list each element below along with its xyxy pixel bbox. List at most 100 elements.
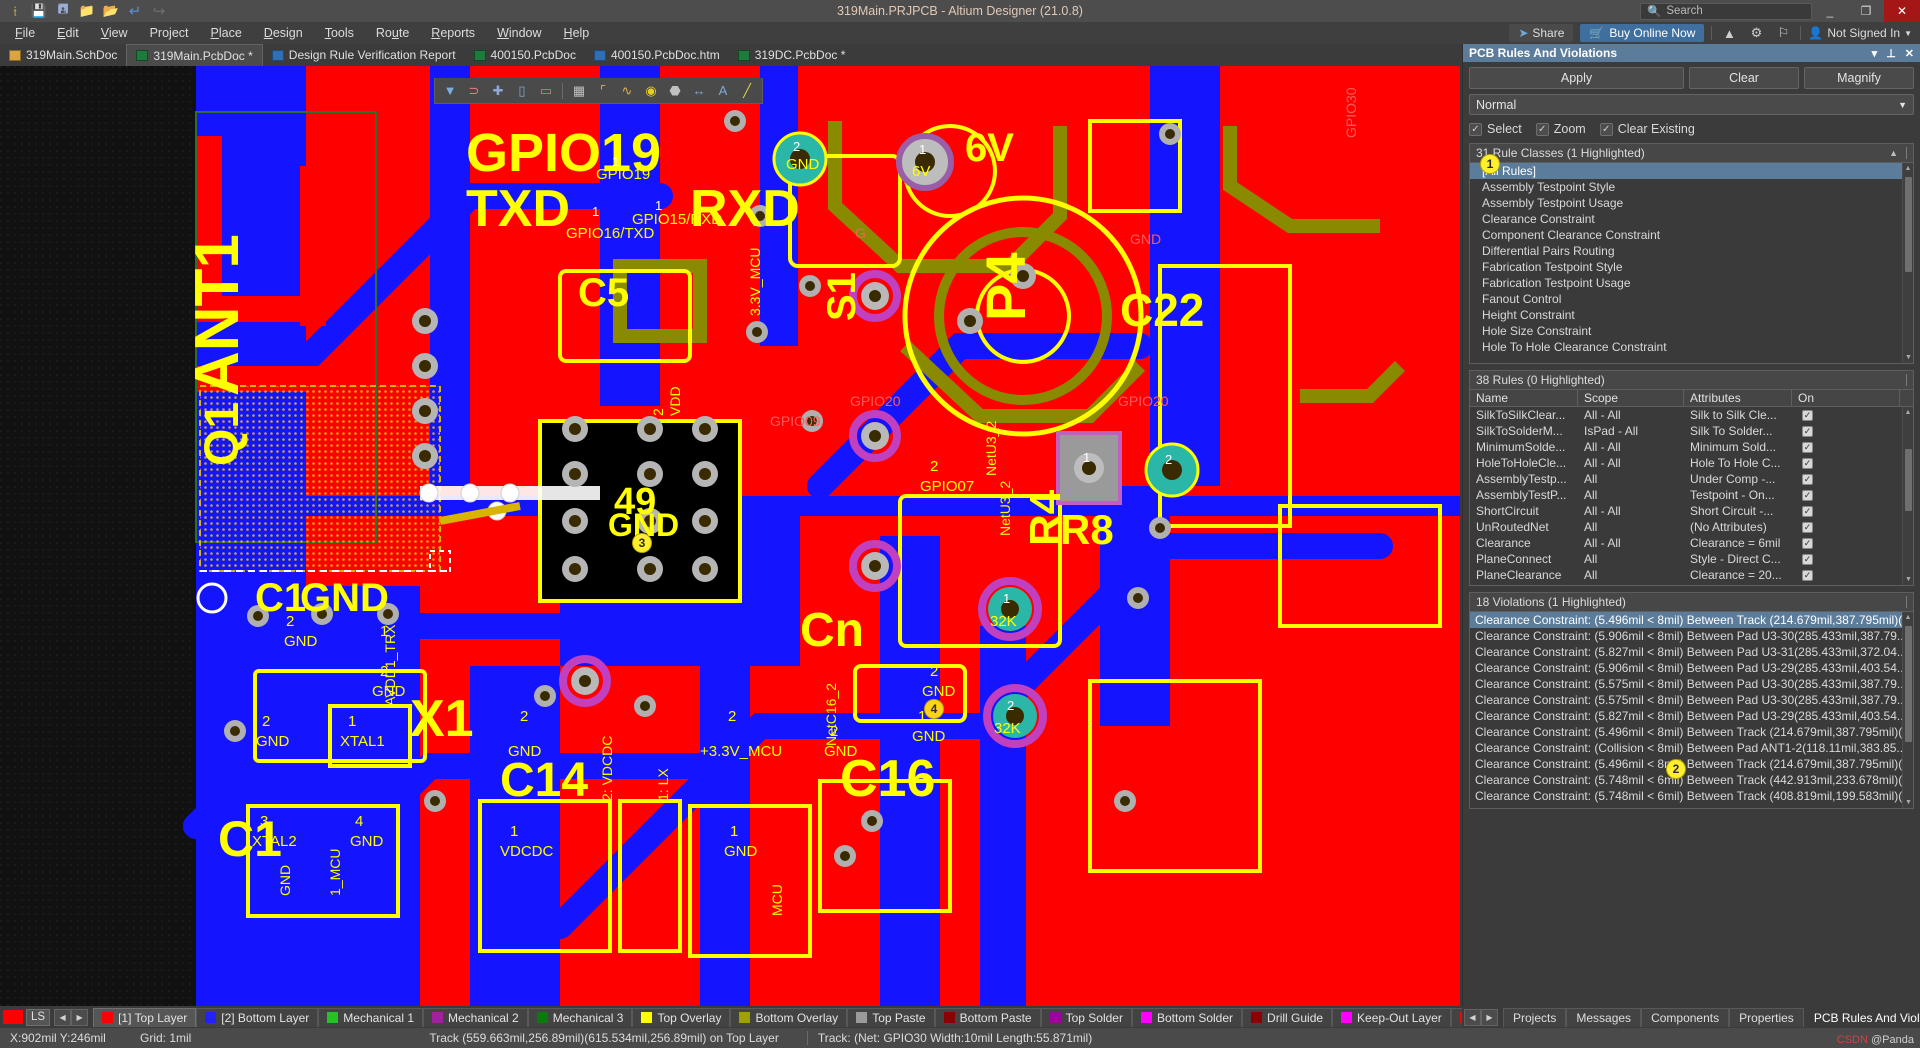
ls-label[interactable]: LS	[26, 1008, 51, 1026]
rule-class-item[interactable]: Differential Pairs Routing	[1470, 243, 1913, 259]
doc-tab-sch[interactable]: 319Main.SchDoc	[0, 44, 126, 66]
zoom-checkbox[interactable]: ✓ Zoom	[1535, 122, 1586, 136]
rule-class-item[interactable]: Component Clearance Constraint	[1470, 227, 1913, 243]
rule-class-item[interactable]: Assembly Testpoint Usage	[1470, 195, 1913, 211]
cell-on[interactable]: ✓	[1792, 455, 1900, 471]
violations-scrollbar[interactable]: ▲ ▼	[1902, 612, 1913, 808]
column-header-name[interactable]: Name	[1470, 390, 1578, 406]
save-all-icon[interactable]: 🖪	[54, 1, 72, 20]
clear-button[interactable]: Clear	[1689, 67, 1799, 89]
menu-edit[interactable]: Edit	[46, 24, 90, 42]
rules-table-body[interactable]: SilkToSilkClear... All - All Silk to Sil…	[1470, 407, 1913, 585]
checkbox-box[interactable]: ✓	[1802, 409, 1813, 421]
checkbox-box[interactable]: ✓	[1802, 553, 1813, 565]
panel-next-button[interactable]: ▶	[1481, 1008, 1498, 1026]
checkbox-box[interactable]: ✓	[1802, 425, 1813, 437]
layer-tab-mechanical-1[interactable]: Mechanical 1	[318, 1007, 424, 1027]
layer-tab-keep-out-layer[interactable]: Keep-Out Layer	[1332, 1007, 1451, 1027]
column-header-scope[interactable]: Scope	[1578, 390, 1684, 406]
menu-help[interactable]: Help	[553, 24, 601, 42]
panel-pin-icon[interactable]: ⊥	[1886, 47, 1896, 60]
scroll-down-icon[interactable]: ▼	[1903, 352, 1913, 363]
doc-tab-400150-pcb[interactable]: 400150.PcbDoc	[465, 44, 585, 66]
close-button[interactable]: ✕	[1884, 0, 1920, 22]
rule-class-item[interactable]: Assembly Testpoint Style	[1470, 179, 1913, 195]
violation-item[interactable]: Clearance Constraint: (Collision < 8mil)…	[1470, 740, 1913, 756]
select-checkbox[interactable]: ✓ Select	[1469, 122, 1522, 136]
column-header-on[interactable]: On	[1792, 390, 1900, 406]
layer-next-button[interactable]: ▶	[71, 1008, 89, 1026]
checkbox-box[interactable]: ✓	[1802, 569, 1813, 581]
scrollbar-thumb[interactable]	[1905, 449, 1912, 511]
magnify-button[interactable]: Magnify	[1804, 67, 1914, 89]
rule-class-item[interactable]: Fabrication Testpoint Usage	[1470, 275, 1913, 291]
display-mode-select[interactable]: Normal ▼	[1469, 94, 1914, 115]
table-row[interactable]: AssemblyTestp... All Under Comp -... ✓	[1470, 471, 1913, 487]
menu-tools[interactable]: Tools	[314, 24, 365, 42]
via-icon[interactable]: ◉	[640, 80, 662, 102]
layer-tab-bottom-overlay[interactable]: Bottom Overlay	[730, 1007, 848, 1027]
select-area-icon[interactable]: ▯	[511, 80, 533, 102]
cell-on[interactable]: ✓	[1792, 567, 1900, 583]
table-row[interactable]: HoleToHoleCle... All - All Hole To Hole …	[1470, 455, 1913, 471]
panel-close-icon[interactable]: ✕	[1905, 47, 1914, 60]
violation-item[interactable]: Clearance Constraint: (5.748mil < 6mil) …	[1470, 772, 1913, 788]
scrollbar-thumb[interactable]	[1905, 626, 1912, 742]
home-icon[interactable]: ▲	[1719, 24, 1739, 42]
doc-tab-400150-htm[interactable]: 400150.PcbDoc.htm	[585, 44, 729, 66]
table-row[interactable]: Clearance All - All Clearance = 6mil ✓	[1470, 535, 1913, 551]
cell-on[interactable]: ✓	[1792, 551, 1900, 567]
layer-tab-bottom-paste[interactable]: Bottom Paste	[934, 1007, 1041, 1027]
layer-tab-bottom-solder[interactable]: Bottom Solder	[1131, 1007, 1243, 1027]
text-icon[interactable]: A	[712, 80, 734, 102]
table-row[interactable]: SilkToSilkClear... All - All Silk to Sil…	[1470, 407, 1913, 423]
violation-item[interactable]: Clearance Constraint: (5.496mil < 8mil) …	[1470, 724, 1913, 740]
open-project-icon[interactable]: 📂	[102, 2, 120, 20]
scroll-up-icon[interactable]: ▲	[1903, 612, 1913, 623]
violation-item[interactable]: Clearance Constraint: (5.496mil < 8mil) …	[1470, 756, 1913, 772]
rule-class-item[interactable]: [All Rules]	[1470, 163, 1913, 179]
cell-on[interactable]: ✓	[1792, 503, 1900, 519]
crosshair-icon[interactable]: ✚	[487, 80, 509, 102]
column-header-attributes[interactable]: Attributes	[1684, 390, 1792, 406]
table-row[interactable]: UnRoutedNet All (No Attributes) ✓	[1470, 519, 1913, 535]
violation-item[interactable]: Clearance Constraint: (5.748mil < 6mil) …	[1470, 788, 1913, 804]
violation-item[interactable]: Clearance Constraint: (5.827mil < 8mil) …	[1470, 644, 1913, 660]
buy-online-button[interactable]: 🛒 Buy Online Now	[1580, 24, 1705, 42]
layer-set-button[interactable]: LS	[3, 1008, 51, 1026]
menu-file[interactable]: File	[4, 24, 46, 42]
scroll-down-icon[interactable]: ▼	[1903, 574, 1913, 585]
dimension-icon[interactable]: ↔	[688, 80, 710, 102]
chevron-up-icon[interactable]: ▲	[1889, 148, 1898, 158]
violation-item[interactable]: Clearance Constraint: (5.575mil < 8mil) …	[1470, 692, 1913, 708]
cell-on[interactable]: ✓	[1792, 519, 1900, 535]
clear-existing-checkbox[interactable]: ✓ Clear Existing	[1599, 122, 1695, 136]
menu-window[interactable]: Window	[486, 24, 552, 42]
pcb-canvas[interactable]: GPIO19 TXD RXD C5 C22 P4 S1 R4 R8 49 GND…	[0, 66, 1460, 1006]
table-row[interactable]: ShortCircuit All - All Short Circuit -..…	[1470, 503, 1913, 519]
layer-prev-button[interactable]: ◀	[54, 1008, 72, 1026]
apply-button[interactable]: Apply	[1469, 67, 1684, 89]
cell-on[interactable]: ✓	[1792, 407, 1900, 423]
panel-prev-button[interactable]: ◀	[1464, 1008, 1481, 1026]
rule-class-item[interactable]: Height Constraint	[1470, 307, 1913, 323]
menu-place[interactable]: Place	[200, 24, 253, 42]
panel-tab-components[interactable]: Components	[1641, 1007, 1730, 1027]
checkbox-box[interactable]: ✓	[1802, 505, 1813, 517]
menu-project[interactable]: Project	[139, 24, 200, 42]
doc-tab-pcb-active[interactable]: 319Main.PcbDoc *	[126, 44, 263, 66]
cell-on[interactable]: ✓	[1792, 535, 1900, 551]
component-icon[interactable]: ▦	[568, 80, 590, 102]
cell-on[interactable]: ✓	[1792, 439, 1900, 455]
mask-icon[interactable]: ⊃	[463, 80, 485, 102]
rules-scrollbar[interactable]: ▲ ▼	[1902, 407, 1913, 585]
table-row[interactable]: PlaneClearance All Clearance = 20... ✓	[1470, 567, 1913, 583]
layer-tab-bottom-layer[interactable]: [2] Bottom Layer	[196, 1007, 319, 1027]
rule-classes-list[interactable]: [All Rules] Assembly Testpoint Style Ass…	[1470, 163, 1913, 363]
scroll-down-icon[interactable]: ▼	[1903, 797, 1913, 808]
net-icon[interactable]: ∿	[616, 80, 638, 102]
pcb-floating-toolbar[interactable]: ▼ ⊃ ✚ ▯ ▭ ▦ ⌜ ∿ ◉ ⬣ ↔ A ╱	[434, 78, 763, 104]
share-button[interactable]: ➤ Share	[1509, 24, 1574, 42]
checkbox-box[interactable]: ✓	[1802, 473, 1813, 485]
rule-class-item[interactable]: Hole To Hole Clearance Constraint	[1470, 339, 1913, 355]
